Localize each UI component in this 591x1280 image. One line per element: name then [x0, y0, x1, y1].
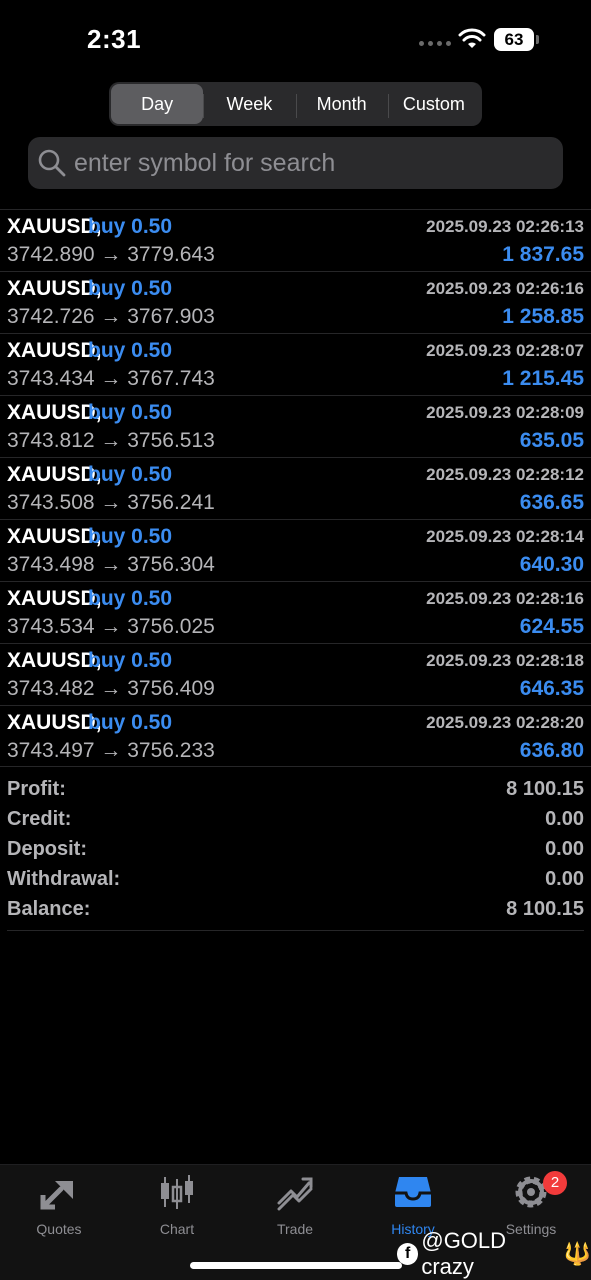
summary-withdrawal: Withdrawal: 0.00 [7, 864, 584, 894]
deal-time: 2025.09.23 02:28:20 [426, 713, 584, 732]
search-icon [38, 149, 66, 177]
deal-time: 2025.09.23 02:26:16 [426, 279, 584, 298]
summary-label: Deposit: [7, 837, 87, 860]
deal-row[interactable]: XAUUSD, buy 0.50 3742.890 → 3779.643 202… [0, 209, 591, 271]
cellular-signal-icon [419, 41, 451, 46]
watermark: f @GOLD crazy 🔱 [397, 1228, 591, 1280]
quotes-icon [40, 1181, 73, 1210]
tab-label: Quotes [36, 1221, 82, 1237]
deal-row[interactable]: XAUUSD, buy 0.50 3743.534 → 3756.025 202… [0, 581, 591, 643]
tab-week[interactable]: Week [203, 84, 295, 124]
deal-prices: 3743.498 → 3756.304 [7, 553, 215, 576]
deal-profit: 646.35 [519, 677, 584, 700]
account-summary: Profit: 8 100.15 Credit: 0.00 Deposit: 0… [7, 774, 584, 931]
status-bar: 2:31 63 [0, 0, 591, 80]
deal-prices: 3742.890 → 3779.643 [7, 243, 215, 266]
tab-month[interactable]: Month [295, 84, 388, 124]
summary-label: Withdrawal: [7, 867, 121, 890]
deal-time: 2025.09.23 02:28:18 [426, 651, 584, 670]
summary-deposit: Deposit: 0.00 [7, 834, 584, 864]
deal-row[interactable]: XAUUSD, buy 0.50 3743.812 → 3756.513 202… [0, 395, 591, 457]
deal-row[interactable]: XAUUSD, buy 0.50 3743.434 → 3767.743 202… [0, 333, 591, 395]
trade-icon [277, 1177, 313, 1211]
deal-prices: 3743.497 → 3756.233 [7, 739, 215, 762]
battery-icon: 63 [494, 28, 534, 51]
deal-row[interactable]: XAUUSD, buy 0.50 3743.482 → 3756.409 202… [0, 643, 591, 705]
summary-label: Profit: [7, 777, 66, 800]
deal-profit: 1 258.85 [502, 305, 584, 328]
deal-type: buy 0.50 [88, 587, 173, 610]
summary-balance: Balance: 8 100.15 [7, 894, 584, 924]
home-indicator[interactable] [190, 1262, 402, 1269]
summary-profit: Profit: 8 100.15 [7, 774, 584, 804]
deal-time: 2025.09.23 02:28:14 [426, 527, 584, 546]
deal-time: 2025.09.23 02:28:16 [426, 589, 584, 608]
deal-row[interactable]: XAUUSD, buy 0.50 3743.508 → 3756.241 202… [0, 457, 591, 519]
tab-label: Chart [159, 1221, 195, 1237]
deal-profit: 636.65 [519, 491, 584, 514]
search-bar[interactable] [28, 137, 563, 189]
deal-prices: 3742.726 → 3767.903 [7, 305, 215, 328]
deal-profit: 635.05 [519, 429, 584, 452]
deal-type: buy 0.50 [88, 215, 173, 238]
summary-credit: Credit: 0.00 [7, 804, 584, 834]
deal-time: 2025.09.23 02:28:07 [426, 341, 584, 360]
deal-profit: 640.30 [519, 553, 584, 576]
settings-badge: 2 [543, 1171, 567, 1195]
deal-type: buy 0.50 [88, 711, 173, 734]
deal-type: buy 0.50 [88, 339, 173, 362]
deal-row[interactable]: XAUUSD, buy 0.50 3743.497 → 3756.233 202… [0, 705, 591, 767]
summary-value: 8 100.15 [506, 777, 584, 800]
watermark-glyph: 🔱 [563, 1241, 591, 1266]
summary-value: 8 100.15 [506, 897, 584, 920]
wifi-icon [458, 28, 486, 48]
period-selector: Day Week Month Custom [109, 82, 482, 126]
tab-quotes[interactable]: Quotes [0, 1173, 118, 1241]
tab-day[interactable]: Day [111, 84, 204, 124]
deal-profit: 636.80 [519, 739, 584, 762]
deals-list: XAUUSD, buy 0.50 3742.890 → 3779.643 202… [0, 209, 591, 767]
watermark-text: @GOLD crazy [421, 1228, 507, 1279]
summary-label: Balance: [7, 897, 91, 920]
deal-time: 2025.09.23 02:28:12 [426, 465, 584, 484]
summary-value: 0.00 [545, 837, 584, 860]
search-input[interactable] [74, 148, 544, 178]
summary-value: 0.00 [545, 807, 584, 830]
status-time: 2:31 [87, 24, 142, 54]
deal-prices: 3743.812 → 3756.513 [7, 429, 215, 452]
tab-trade[interactable]: Trade [236, 1173, 354, 1241]
deal-type: buy 0.50 [88, 277, 173, 300]
deal-profit: 1 837.65 [502, 243, 584, 266]
deal-prices: 3743.482 → 3756.409 [7, 677, 215, 700]
deal-prices: 3743.434 → 3767.743 [7, 367, 215, 390]
summary-value: 0.00 [545, 867, 584, 890]
deal-profit: 1 215.45 [502, 367, 584, 390]
deal-type: buy 0.50 [88, 463, 173, 486]
summary-label: Credit: [7, 807, 72, 830]
deal-type: buy 0.50 [88, 401, 173, 424]
deal-profit: 624.55 [519, 615, 584, 638]
deal-type: buy 0.50 [88, 525, 173, 548]
battery-nub [536, 35, 539, 44]
history-icon [395, 1177, 431, 1207]
tab-label: Trade [276, 1221, 314, 1237]
chart-icon [161, 1175, 193, 1209]
deal-prices: 3743.534 → 3756.025 [7, 615, 215, 638]
deal-time: 2025.09.23 02:28:09 [426, 403, 584, 422]
deal-row[interactable]: XAUUSD, buy 0.50 3742.726 → 3767.903 202… [0, 271, 591, 333]
deal-prices: 3743.508 → 3756.241 [7, 491, 215, 514]
tab-chart[interactable]: Chart [118, 1173, 236, 1241]
deal-type: buy 0.50 [88, 649, 173, 672]
deal-time: 2025.09.23 02:26:13 [426, 217, 584, 236]
deal-row[interactable]: XAUUSD, buy 0.50 3743.498 → 3756.304 202… [0, 519, 591, 581]
tab-custom[interactable]: Custom [387, 84, 480, 124]
